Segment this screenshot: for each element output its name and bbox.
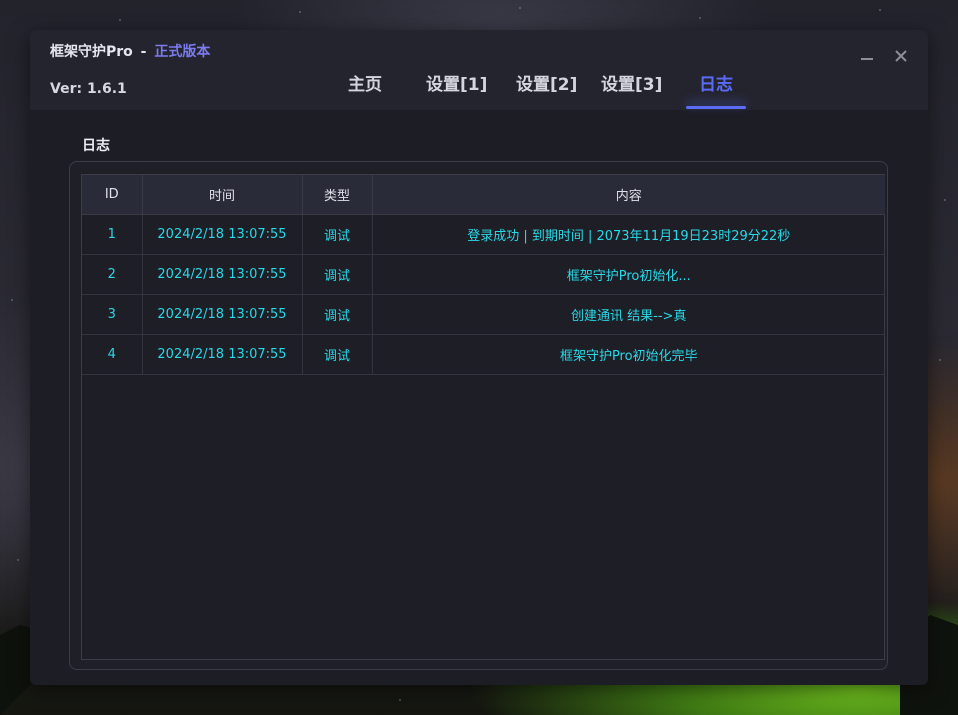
app-name: 框架守护Pro [50,44,133,60]
cell-id: 3 [82,294,143,335]
cell-time: 2024/2/18 13:07:55 [142,254,303,295]
cell-type: 调试 [302,254,373,295]
tab-log[interactable]: 日志 [699,70,733,95]
table-row[interactable]: 2 2024/2/18 13:07:55 调试 框架守护Pro初始化... [82,254,885,295]
cell-id: 1 [82,214,143,255]
column-header-time[interactable]: 时间 [142,175,303,215]
table-row[interactable]: 4 2024/2/18 13:07:55 调试 框架守护Pro初始化完毕 [82,334,885,375]
cell-type: 调试 [302,334,373,375]
column-header-content[interactable]: 内容 [372,175,885,215]
app-title: 框架守护Pro - 正式版本 [50,41,210,61]
tab-settings-3[interactable]: 设置[3] [601,70,662,95]
title-bar: 框架守护Pro - 正式版本 Ver: 1.6.1 主页 设置[1] 设置[2]… [30,30,928,110]
log-section-title: 日志 [82,138,110,154]
cell-type: 调试 [302,214,373,255]
log-panel: ID 时间 类型 内容 1 2024/2/18 13:07:55 调试 登录成功… [69,161,888,670]
cell-id: 4 [82,334,143,375]
tab-home[interactable]: 主页 [348,70,382,95]
cell-time: 2024/2/18 13:07:55 [142,214,303,255]
log-table: ID 时间 类型 内容 1 2024/2/18 13:07:55 调试 登录成功… [82,175,885,375]
app-window: 框架守护Pro - 正式版本 Ver: 1.6.1 主页 设置[1] 设置[2]… [30,30,928,685]
log-table-container[interactable]: ID 时间 类型 内容 1 2024/2/18 13:07:55 调试 登录成功… [81,174,885,660]
column-header-id[interactable]: ID [82,175,143,215]
tab-settings-1[interactable]: 设置[1] [426,70,487,95]
column-header-type[interactable]: 类型 [302,175,373,215]
edition-label: 正式版本 [154,44,211,60]
cell-id: 2 [82,254,143,295]
cell-type: 调试 [302,294,373,335]
cell-content: 框架守护Pro初始化完毕 [372,334,885,375]
cell-content: 创建通讯 结果-->真 [372,294,885,335]
main-nav: 主页 设置[1] 设置[2] 设置[3] 日志 [30,68,928,110]
cell-content: 登录成功 | 到期时间 | 2073年11月19日23时29分22秒 [372,214,885,255]
table-header-row: ID 时间 类型 内容 [82,175,885,215]
cell-content: 框架守护Pro初始化... [372,254,885,295]
cell-time: 2024/2/18 13:07:55 [142,334,303,375]
cell-time: 2024/2/18 13:07:55 [142,294,303,335]
close-icon[interactable] [891,44,911,68]
active-tab-indicator [686,106,746,109]
table-row[interactable]: 3 2024/2/18 13:07:55 调试 创建通讯 结果-->真 [82,294,885,335]
title-separator: - [140,44,147,60]
minimize-icon[interactable] [857,44,877,68]
table-row[interactable]: 1 2024/2/18 13:07:55 调试 登录成功 | 到期时间 | 20… [82,214,885,255]
tab-settings-2[interactable]: 设置[2] [516,70,577,95]
